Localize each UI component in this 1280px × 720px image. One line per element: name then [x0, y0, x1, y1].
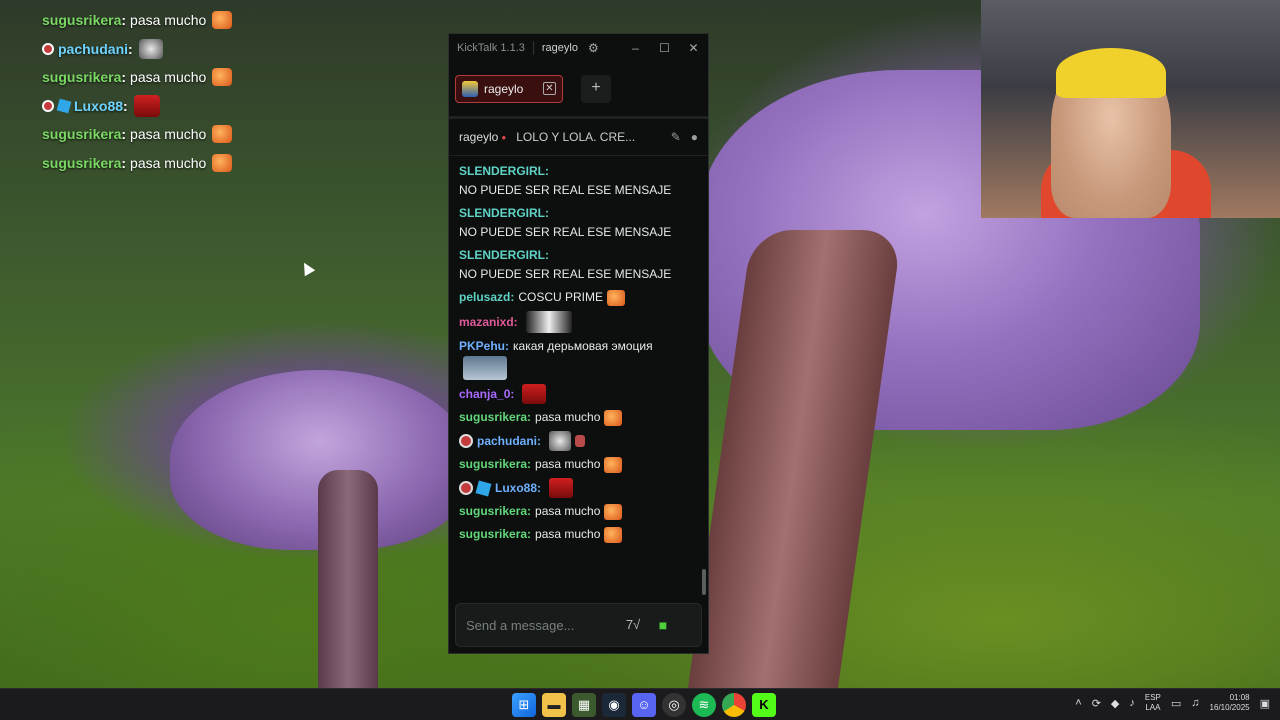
overlay-chat-line: sugusrikera: pasa mucho	[42, 120, 233, 149]
title-channel: rageylo	[541, 41, 578, 54]
spotify-icon[interactable]: ≋	[692, 693, 716, 717]
overlay-chat-line: sugusrikera: pasa mucho	[42, 63, 233, 92]
app-title: KickTalk 1.1.3	[457, 41, 525, 54]
chat-header: rageylo ● LOLO Y LOLA. CRE... ✎ ●	[449, 119, 708, 156]
chrome-icon[interactable]	[722, 693, 746, 717]
subscriber-badge-icon	[459, 434, 473, 448]
taskbar: ⊞ ▬ ▦ ◉ ☺ ◎ ≋ K ˄ ⟳ ◆ ♪ ESP LAA ▭ ♫ 01:08…	[0, 688, 1280, 720]
gear-icon[interactable]: ⚙	[588, 41, 599, 55]
stream-chat-overlay: sugusrikera: pasa mucho pachudani: sugusr…	[42, 6, 233, 178]
chevron-up-icon[interactable]: ˄	[1075, 697, 1081, 709]
cube-badge-icon	[56, 98, 72, 114]
pin-icon[interactable]: ✎	[671, 130, 681, 144]
chat-message: sugusrikera: pasa mucho	[459, 502, 698, 521]
discord-icon[interactable]: ☺	[632, 693, 656, 717]
chat-message: sugusrikera: pasa mucho	[459, 525, 698, 544]
emote-icon	[138, 38, 163, 59]
chat-scrollbar[interactable]	[702, 569, 706, 595]
cube-badge-icon	[475, 480, 492, 496]
maximize-icon[interactable]: ☐	[650, 41, 679, 55]
chat-message: SLENDERGIRL: NO PUEDE SER REAL ESE MENSAJ…	[459, 164, 672, 197]
webcam-overlay	[981, 0, 1280, 218]
chat-message: chanja_0:	[459, 384, 698, 404]
emote-icon	[549, 478, 574, 498]
chat-message: Luxo88:	[459, 478, 698, 498]
emote-icon	[522, 384, 547, 404]
close-tab-icon[interactable]: ✕	[543, 82, 556, 95]
subscriber-badge-icon	[42, 42, 54, 55]
title-bar: KickTalk 1.1.3 rageylo ⚙ – ☐ ✕	[449, 34, 708, 61]
channel-tabs: rageylo ✕ +	[449, 61, 708, 119]
add-tab-button[interactable]: +	[581, 74, 611, 103]
webcam-person-hat	[1056, 48, 1166, 98]
stream-title: LOLO Y LOLA. CRE...	[516, 130, 636, 144]
kicktalk-window: KickTalk 1.1.3 rageylo ⚙ – ☐ ✕ rageylo ✕…	[448, 33, 709, 654]
emote-icon	[525, 311, 572, 333]
tab-rageylo[interactable]: rageylo ✕	[455, 74, 563, 103]
clock[interactable]: 01:08 16/10/2025	[1210, 693, 1250, 713]
background-mushroom-stem-small	[318, 470, 378, 690]
message-input-box: 7√ ■	[455, 603, 702, 647]
emote-icon	[604, 526, 623, 543]
chat-message: mazanixd:	[459, 311, 698, 333]
taskbar-apps: ⊞ ▬ ▦ ◉ ☺ ◎ ≋ K	[512, 693, 776, 717]
emote-icon	[604, 456, 623, 473]
network-icon[interactable]: ▭	[1171, 697, 1181, 710]
language-indicator[interactable]: ESP LAA	[1145, 693, 1161, 713]
subscriber-badge-icon	[459, 481, 473, 495]
emote-icon	[549, 431, 572, 451]
close-icon[interactable]: ✕	[679, 41, 708, 55]
emote-image-icon	[463, 356, 507, 380]
live-indicator-icon: ●	[501, 132, 507, 142]
sync-icon[interactable]: ⟳	[1092, 697, 1101, 710]
chat-message: SLENDERGIRL: NO PUEDE SER REAL ESE MENSAJ…	[459, 248, 672, 281]
overlay-chat-line: sugusrikera: pasa mucho	[42, 6, 233, 35]
header-actions: ✎ ●	[671, 130, 698, 144]
kicktalk-app-icon[interactable]: K	[752, 693, 776, 717]
emote-icon	[212, 125, 233, 144]
emote-icon	[212, 11, 233, 30]
title-divider	[532, 40, 534, 55]
subscriber-badge-icon	[42, 99, 54, 112]
microphone-icon[interactable]: ♪	[1129, 697, 1135, 709]
kick-emotes-icon[interactable]: 7√	[620, 612, 646, 638]
chat-message: pachudani:	[459, 431, 698, 451]
emote-picker-icon[interactable]: ■	[650, 612, 676, 638]
overlay-chat-line: pachudani:	[42, 35, 232, 64]
chat-message: pelusazd: COSCU PRIME	[459, 288, 698, 307]
user-icon[interactable]: ●	[691, 130, 698, 144]
emote-icon	[604, 409, 623, 426]
volume-icon[interactable]: ♫	[1191, 697, 1199, 709]
emote-icon	[604, 503, 623, 520]
emote-icon	[212, 153, 233, 172]
overlay-chat-line: sugusrikera: pasa mucho	[42, 149, 233, 178]
system-tray: ˄ ⟳ ◆ ♪ ESP LAA ▭ ♫ 01:08 16/10/2025 ▣	[1075, 693, 1270, 713]
chat-messages[interactable]: SLENDERGIRL: NO PUEDE SER REAL ESE MENSAJ…	[449, 158, 708, 598]
obs-icon[interactable]: ◎	[662, 693, 686, 717]
app-icon[interactable]: ▦	[572, 693, 596, 717]
file-explorer-icon[interactable]: ▬	[542, 693, 566, 717]
overlay-chat-line: Luxo88:	[42, 92, 232, 121]
shield-icon[interactable]: ◆	[1111, 697, 1119, 710]
emote-icon	[575, 435, 586, 447]
emote-icon	[133, 94, 160, 117]
tab-label: rageylo	[484, 81, 524, 96]
chat-message: sugusrikera: pasa mucho	[459, 408, 698, 427]
minimize-icon[interactable]: –	[621, 41, 650, 55]
chat-message: sugusrikera: pasa mucho	[459, 455, 698, 474]
mouse-cursor-icon	[298, 259, 316, 277]
emote-icon	[212, 68, 233, 87]
chat-message: PKPehu: какая дерьмовая эмоция	[459, 337, 698, 380]
notification-icon[interactable]: ▣	[1260, 697, 1270, 710]
emote-icon	[607, 289, 626, 306]
start-menu-icon[interactable]: ⊞	[512, 693, 536, 717]
message-input[interactable]	[466, 617, 616, 633]
channel-name[interactable]: rageylo	[459, 130, 498, 144]
window-controls: – ☐ ✕	[621, 41, 708, 55]
chat-message: SLENDERGIRL: NO PUEDE SER REAL ESE MENSAJ…	[459, 206, 672, 239]
steam-icon[interactable]: ◉	[602, 693, 626, 717]
avatar	[462, 80, 478, 97]
